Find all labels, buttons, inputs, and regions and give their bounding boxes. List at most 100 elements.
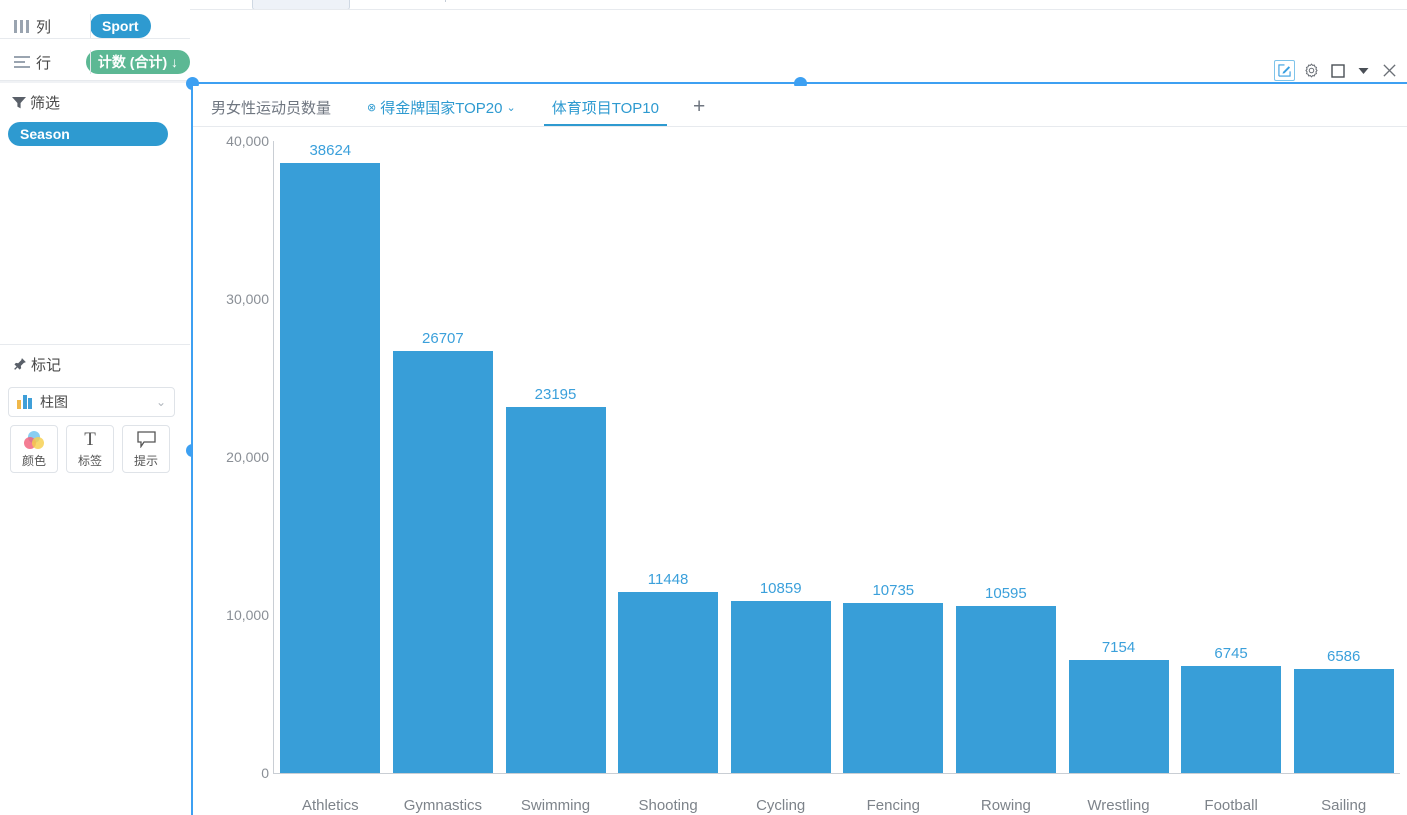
tab-bar: 男女性运动员数量 ⊗ 得金牌国家TOP20 ⌄ 体育项目TOP10 + <box>193 86 1407 127</box>
bar-column: 7154 <box>1068 141 1169 773</box>
add-tab-button[interactable]: + <box>677 88 721 126</box>
left-panel: 列 Sport 行 计数 (合计) ↓ 筛选 Season 标记 柱图 ⌄ 颜色… <box>0 0 190 815</box>
bar-column: 10595 <box>955 141 1056 773</box>
rows-shelf-divider <box>90 50 91 74</box>
x-axis-tick-label: Athletics <box>301 797 359 814</box>
tab-gold-medal-countries-top20[interactable]: ⊗ 得金牌国家TOP20 ⌄ <box>349 88 534 126</box>
square-icon[interactable] <box>1328 61 1347 80</box>
y-axis-ticks: 0 10,000 20,000 30,000 40,000 <box>193 127 269 787</box>
pill-count-sum[interactable]: 计数 (合计) ↓ <box>85 50 190 74</box>
chart-area: 0 10,000 20,000 30,000 40,000 38624 Athletics… <box>193 127 1407 815</box>
tab-label: 得金牌国家TOP20 <box>380 99 503 117</box>
y-axis-tick-label: 30,000 <box>226 291 269 307</box>
rows-shelf-label: 行 <box>36 54 52 72</box>
filter-pill-season-label: Season <box>20 126 70 142</box>
marks-label-button[interactable]: T 标签 <box>66 425 114 473</box>
bar-column: 10859 <box>730 141 831 773</box>
bar-value-label: 7154 <box>1101 638 1136 656</box>
x-axis-tick-label: Shooting <box>638 797 698 814</box>
bar[interactable] <box>730 601 831 773</box>
marks-buttons: 颜色 T 标签 提示 <box>10 425 170 473</box>
x-axis-tick-label: Football <box>1204 797 1258 814</box>
y-axis-tick-label: 10,000 <box>226 607 269 623</box>
bar-plot: 38624 Athletics 26707 Gymnastics 23195 Swimmi… <box>274 141 1400 814</box>
x-axis-tick-label: Gymnastics <box>403 797 483 814</box>
x-axis-line <box>273 773 1400 774</box>
x-axis-tick-label: Wrestling <box>1087 797 1150 814</box>
filters-header-label: 筛选 <box>30 95 61 112</box>
tab-athlete-gender-count[interactable]: 男女性运动员数量 <box>193 88 349 126</box>
bar-value-label: 23195 <box>534 385 577 403</box>
filter-pill-season[interactable]: Season <box>8 122 168 146</box>
filter-icon <box>12 96 26 108</box>
bar[interactable] <box>618 592 719 773</box>
bar[interactable] <box>280 162 381 773</box>
chevron-down-icon[interactable] <box>1354 61 1373 80</box>
bar[interactable] <box>392 351 493 773</box>
bar-value-label: 10735 <box>872 582 915 600</box>
color-circles-icon <box>24 430 44 450</box>
top-cutoff-strip <box>0 0 1407 10</box>
bar-value-label: 6586 <box>1327 647 1361 665</box>
y-axis-tick-label: 0 <box>261 765 269 781</box>
bar-value-label: 26707 <box>422 330 464 348</box>
columns-shelf-divider <box>90 14 91 38</box>
marks-color-button[interactable]: 颜色 <box>10 425 58 473</box>
pin-icon <box>14 358 26 370</box>
bar[interactable] <box>843 603 944 773</box>
text-T-icon: T <box>84 428 96 450</box>
pill-sport[interactable]: Sport <box>90 14 151 38</box>
bar-value-label: 38624 <box>309 141 352 159</box>
bar[interactable] <box>505 406 606 773</box>
bar[interactable] <box>1181 666 1282 773</box>
panel-top-strip <box>0 81 190 83</box>
tooltip-bubble-icon <box>136 430 156 450</box>
marks-tooltip-label: 提示 <box>133 453 158 468</box>
marks-label-label: 标签 <box>77 453 102 468</box>
x-axis-tick-label: Fencing <box>866 797 920 814</box>
cutoff-rule <box>190 9 1407 10</box>
bar-column: 11448 <box>618 141 719 773</box>
y-axis-tick-label: 40,000 <box>226 133 269 149</box>
mark-type-value: 柱图 <box>40 394 68 410</box>
panel-toolbar <box>1274 60 1399 81</box>
gear-icon[interactable] <box>1302 61 1321 80</box>
bar[interactable] <box>1293 668 1394 773</box>
app-root: 列 Sport 行 计数 (合计) ↓ 筛选 Season 标记 柱图 ⌄ 颜色… <box>0 0 1407 815</box>
rows-shelf-label-wrap: 行 <box>0 52 86 73</box>
tab-label: 体育项目TOP10 <box>551 99 659 117</box>
bar-column: 38624 <box>280 141 381 773</box>
tab-label: 男女性运动员数量 <box>211 99 332 117</box>
x-axis-tick-label: Swimming <box>520 797 591 814</box>
bar-column: 6586 <box>1293 141 1394 773</box>
y-axis-tick-label: 20,000 <box>226 449 269 465</box>
bar[interactable] <box>1068 659 1169 773</box>
bar-value-label: 10859 <box>759 580 802 598</box>
chevron-down-icon[interactable]: ⌄ <box>506 101 515 114</box>
x-axis-tick-label: Cycling <box>756 797 806 814</box>
x-axis-tick-label: Sailing <box>1321 797 1367 814</box>
bar-column: 6745 <box>1181 141 1282 773</box>
bar-chart-icon <box>17 395 33 409</box>
tab-close-icon[interactable]: ⊗ <box>367 101 376 114</box>
bar-column: 26707 <box>392 141 493 773</box>
columns-shelf-label: 列 <box>36 18 52 36</box>
marks-color-label: 颜色 <box>21 453 46 468</box>
marks-separator <box>0 344 190 345</box>
bar[interactable] <box>955 605 1056 773</box>
edit-icon[interactable] <box>1274 60 1295 81</box>
columns-icon <box>14 19 30 33</box>
bar-column: 10735 <box>843 141 944 773</box>
bar-value-label: 11448 <box>647 571 689 589</box>
tab-sports-top10[interactable]: 体育项目TOP10 <box>534 88 677 126</box>
close-icon[interactable] <box>1380 61 1399 80</box>
marks-tooltip-button[interactable]: 提示 <box>122 425 170 473</box>
rows-shelf[interactable]: 行 计数 (合计) ↓ <box>0 46 190 78</box>
filters-header: 筛选 <box>12 92 60 113</box>
bar-column: 23195 <box>505 141 606 773</box>
x-axis-tick-label: Rowing <box>980 797 1031 814</box>
marks-header-label: 标记 <box>31 357 62 374</box>
mark-type-select[interactable]: 柱图 ⌄ <box>8 387 175 417</box>
shelf-separator-top <box>0 38 190 39</box>
marks-header: 标记 <box>12 354 61 375</box>
